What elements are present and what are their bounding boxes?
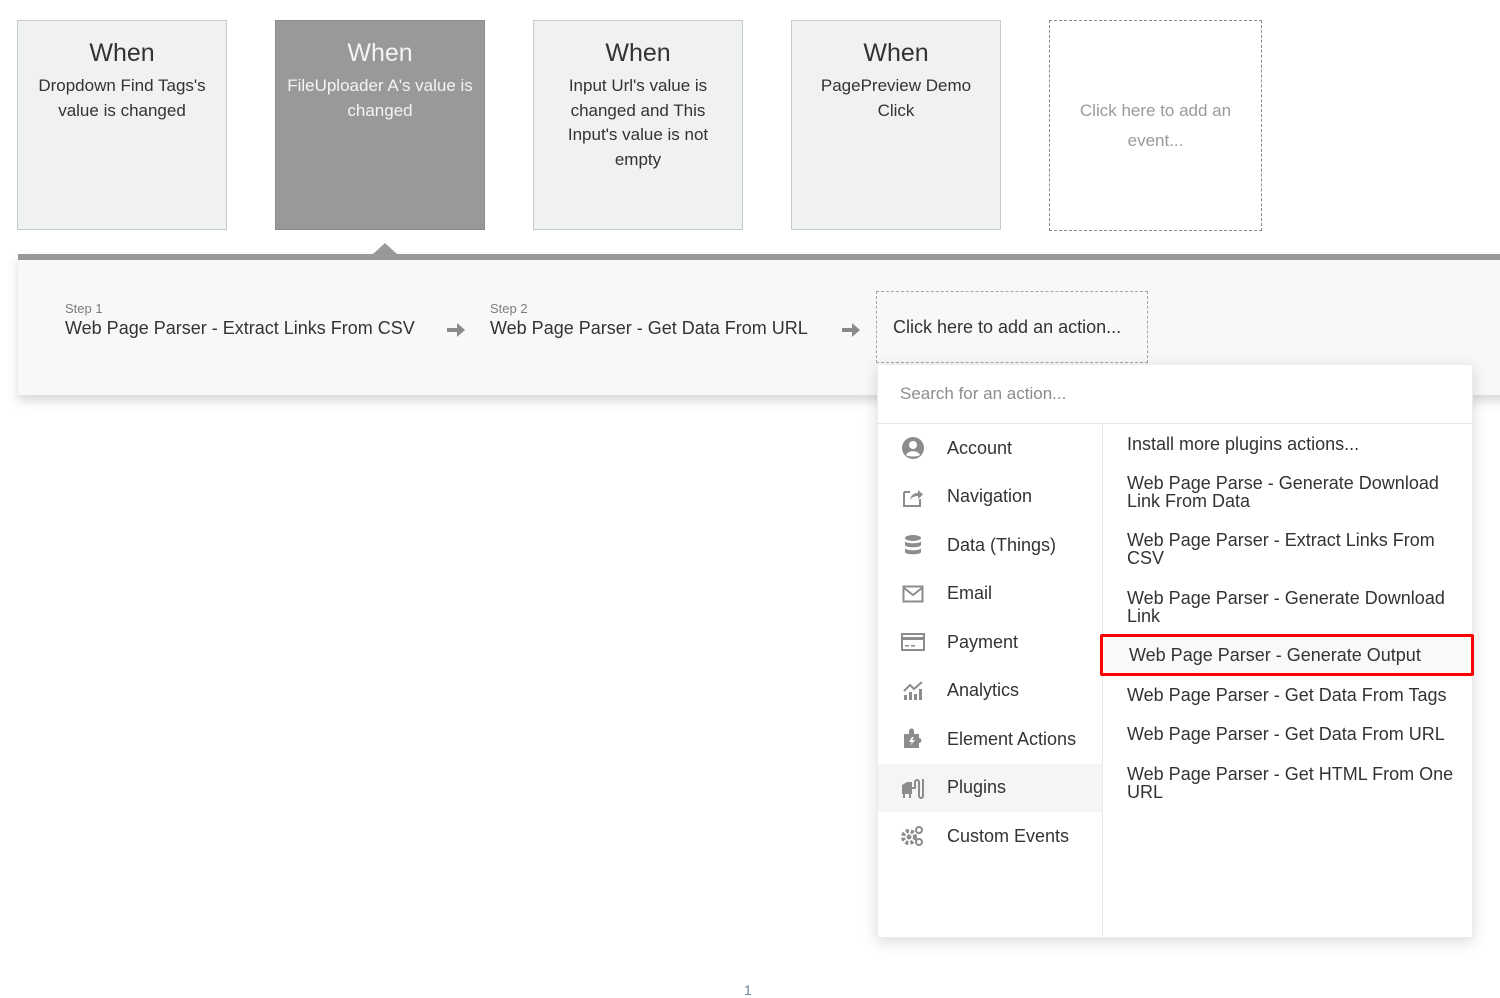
workflow-step-2[interactable]: Step 2 Web Page Parser - Get Data From U…: [490, 301, 808, 339]
category-label: Email: [947, 583, 993, 604]
category-label: Custom Events: [947, 825, 1070, 846]
action-item-highlighted[interactable]: Web Page Parser - Generate Output: [1100, 634, 1474, 676]
action-item[interactable]: Web Page Parser - Get Data From URL: [1104, 725, 1474, 743]
event-when-label: When: [89, 39, 155, 67]
step-name: Web Page Parser - Get Data From URL: [490, 318, 808, 338]
navigation-icon: [900, 484, 926, 510]
account-icon: [900, 435, 926, 461]
category-account[interactable]: Account: [878, 424, 1102, 473]
category-email[interactable]: Email: [878, 570, 1102, 619]
action-item[interactable]: Web Page Parser - Get Data From Tags: [1104, 686, 1474, 704]
credit-card-icon: [900, 629, 926, 655]
event-description: Dropdown Find Tags's value is changed: [38, 76, 206, 120]
category-label: Plugins: [947, 777, 1007, 798]
event-card-fileuploader[interactable]: When FileUploader A's value is changed: [275, 20, 485, 230]
add-event-button[interactable]: Click here to add an event...: [1049, 20, 1262, 231]
category-payment[interactable]: Payment: [878, 618, 1102, 667]
event-card-pagepreview[interactable]: When PagePreview Demo Click: [791, 20, 1001, 230]
database-icon: [900, 532, 926, 558]
analytics-icon: [900, 678, 926, 704]
event-description: Input Url's value is changed and This In…: [567, 76, 709, 169]
event-description: PagePreview Demo Click: [820, 76, 972, 120]
page-number: 1: [744, 982, 752, 998]
action-item[interactable]: Web Page Parse - Generate Download Link …: [1104, 474, 1474, 510]
action-search-input[interactable]: [878, 365, 1472, 424]
action-install-more-plugins[interactable]: Install more plugins actions...: [1104, 435, 1474, 453]
action-item[interactable]: Web Page Parser - Extract Links From CSV: [1104, 531, 1474, 567]
event-card-dropdown-find-tags[interactable]: When Dropdown Find Tags's value is chang…: [17, 20, 227, 230]
arrow-right-icon: [447, 323, 465, 337]
category-label: Account: [947, 437, 1013, 458]
puzzle-icon: [900, 726, 926, 752]
category-analytics[interactable]: Analytics: [878, 667, 1102, 716]
add-event-label: Click here to add an event...: [1079, 100, 1232, 150]
event-description: FileUploader A's value is changed: [287, 76, 473, 120]
category-plugins[interactable]: Plugins: [878, 763, 1102, 812]
step-name: Web Page Parser - Extract Links From CSV: [65, 318, 415, 338]
category-navigation[interactable]: Navigation: [878, 473, 1102, 522]
workflow-step-1[interactable]: Step 1 Web Page Parser - Extract Links F…: [65, 301, 415, 339]
action-item[interactable]: Web Page Parser - Get HTML From One URL: [1104, 765, 1474, 801]
email-icon: [900, 581, 926, 607]
action-category-list: Account Navigation Data (Things) Email P…: [878, 424, 1103, 937]
event-when-label: When: [863, 39, 929, 67]
category-data-things[interactable]: Data (Things): [878, 521, 1102, 570]
gears-icon: [900, 823, 926, 849]
arrow-right-icon: [842, 323, 860, 337]
event-when-label: When: [605, 39, 671, 67]
selected-event-pointer: [373, 243, 397, 254]
category-label: Element Actions: [947, 728, 1077, 749]
plugin-icon: [900, 775, 926, 801]
step-label: Step 2: [490, 301, 528, 316]
category-label: Data (Things): [947, 534, 1057, 555]
action-picker-dropdown: Account Navigation Data (Things) Email P…: [877, 364, 1474, 938]
category-label: Payment: [947, 631, 1019, 652]
category-label: Analytics: [947, 680, 1020, 701]
step-label: Step 1: [65, 301, 103, 316]
category-custom-events[interactable]: Custom Events: [878, 812, 1102, 861]
event-card-input-url[interactable]: When Input Url's value is changed and Th…: [533, 20, 743, 230]
category-element-actions[interactable]: Element Actions: [878, 715, 1102, 764]
add-action-button[interactable]: Click here to add an action...: [876, 291, 1148, 363]
action-item[interactable]: Web Page Parser - Generate Download Link: [1104, 589, 1474, 625]
event-when-label: When: [347, 39, 413, 67]
category-label: Navigation: [947, 486, 1033, 507]
